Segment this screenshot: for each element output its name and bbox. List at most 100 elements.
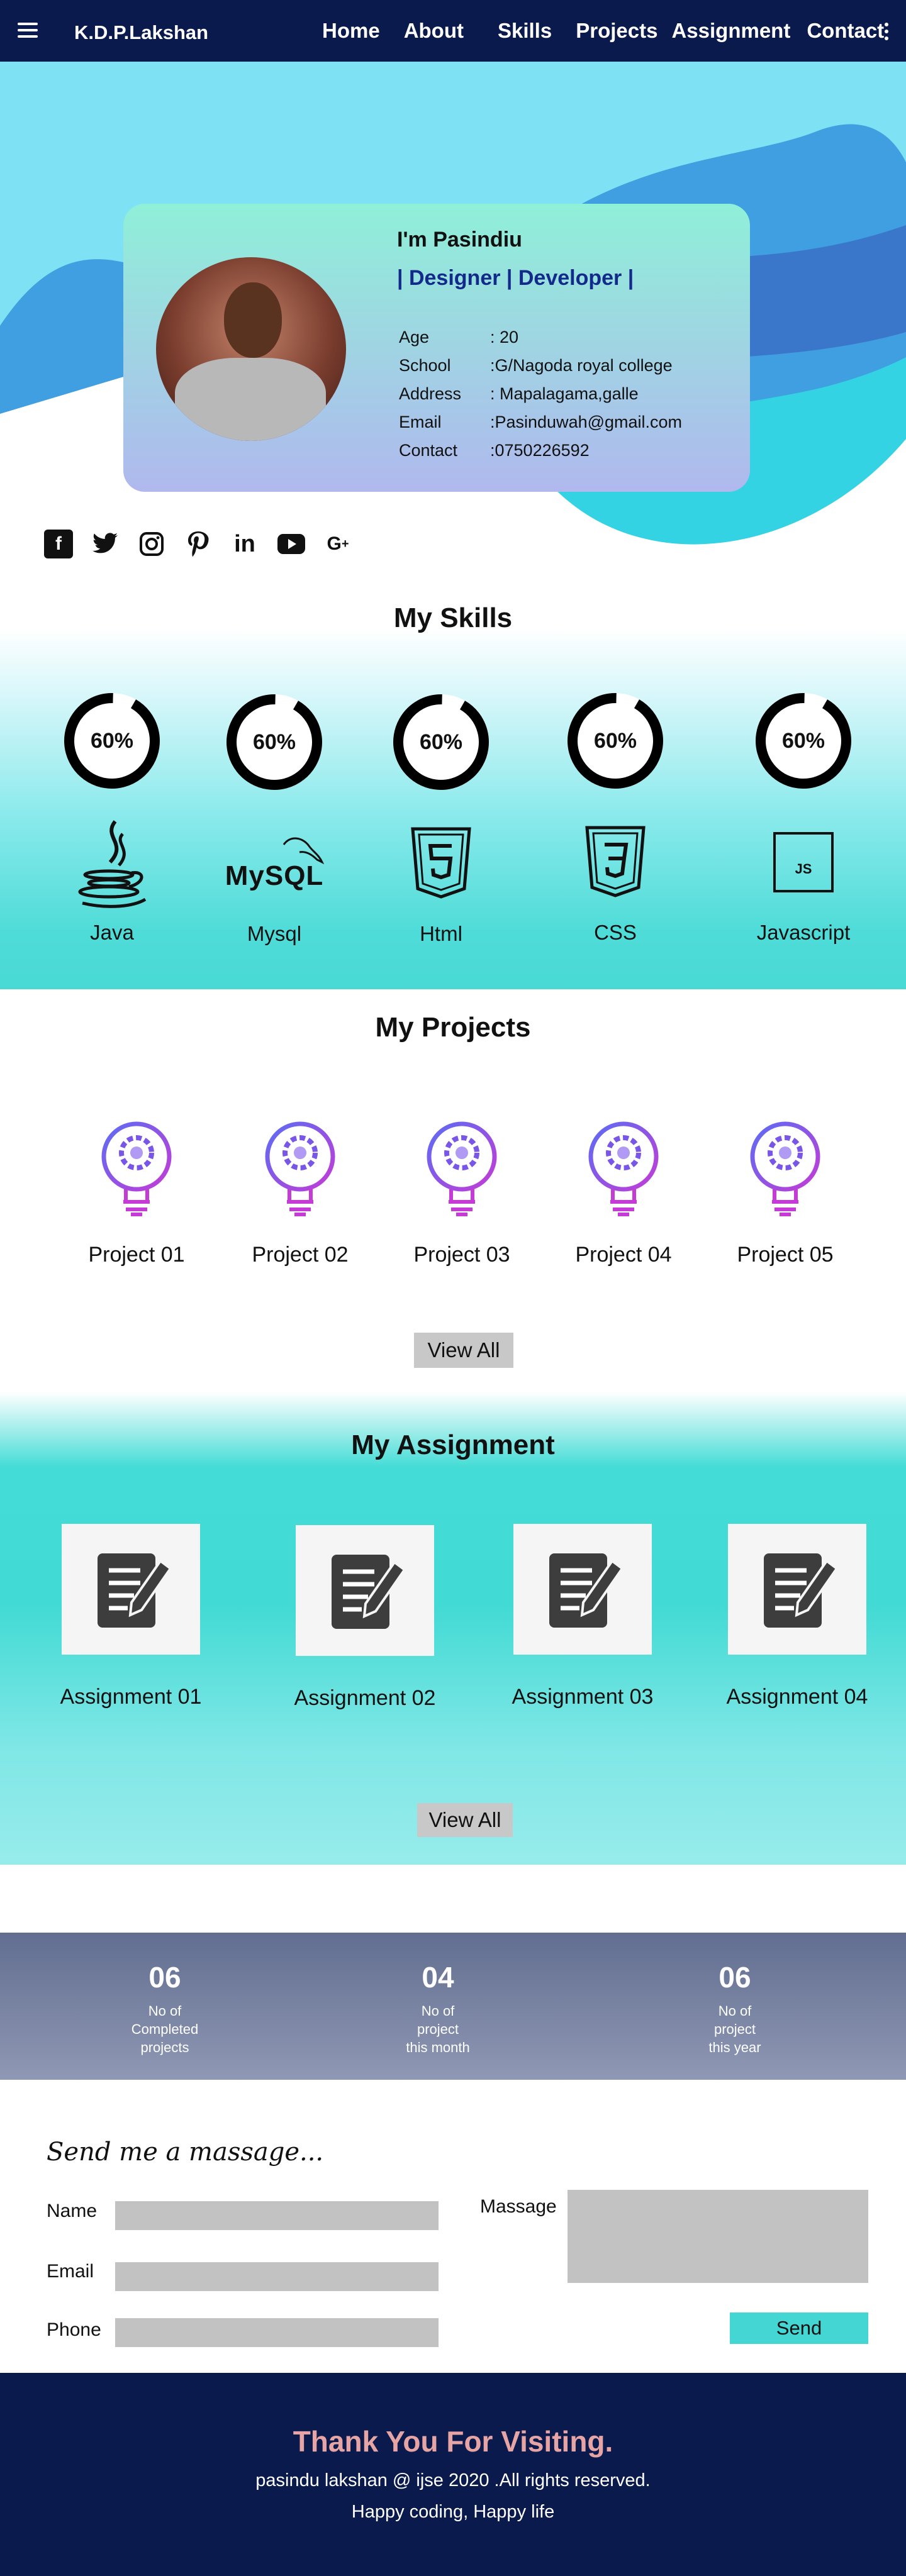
email-input[interactable] <box>115 2262 439 2291</box>
document-edit-icon <box>513 1524 652 1655</box>
nav-links: Home About Skills Projects Assignment Co… <box>322 19 884 43</box>
skill-percent: 60% <box>419 730 463 754</box>
mysql-logo-text: MySQL <box>225 860 324 891</box>
detail-value: :G/Nagoda royal college <box>490 356 673 375</box>
skill-name: Html <box>420 922 462 945</box>
stat-number: 06 <box>148 1961 181 1994</box>
profile-card: I'm Pasindiu | Designer | Developer | Ag… <box>123 204 750 492</box>
skill-progress-ring: 60% <box>224 692 325 792</box>
email-label: Email <box>47 2261 94 2282</box>
project-name: Project 04 <box>575 1243 672 1267</box>
skill-name: Javascript <box>756 921 851 944</box>
lightbulb-gear-icon <box>101 1121 172 1216</box>
skills-title: My Skills <box>393 602 513 633</box>
skill-name: CSS <box>594 921 637 944</box>
mysql-logo-icon: MySQL <box>225 816 325 911</box>
stat-label: No of project this year <box>708 2003 761 2055</box>
detail-label: Address <box>399 384 462 403</box>
facebook-icon[interactable]: f <box>44 530 73 558</box>
message-textarea[interactable] <box>568 2190 868 2283</box>
detail-row-age: Age : 20 <box>399 323 682 352</box>
detail-value: : 20 <box>490 328 519 347</box>
nav-link-projects[interactable]: Projects <box>576 19 657 43</box>
profile-role: | Designer | Developer | <box>397 266 634 290</box>
lightbulb-gear-icon <box>588 1121 659 1216</box>
lightbulb-gear-icon <box>265 1121 335 1216</box>
stat-completed-projects: 06 No of Completed projects <box>70 1960 259 2057</box>
stat-label: No of project this month <box>406 2003 470 2055</box>
pinterest-icon[interactable] <box>184 530 213 558</box>
instagram-icon[interactable] <box>137 530 166 558</box>
stat-label: No of Completed projects <box>131 2003 199 2055</box>
nav-link-about[interactable]: About <box>404 19 464 43</box>
nav-link-home[interactable]: Home <box>322 19 380 43</box>
nav-link-contact[interactable]: Contact <box>807 19 884 43</box>
skill-percent: 60% <box>90 729 134 753</box>
hero-section: I'm Pasindiu | Designer | Developer | Ag… <box>0 62 906 552</box>
phone-input[interactable] <box>115 2318 439 2347</box>
navbar: K.D.P.Lakshan Home About Skills Projects… <box>0 0 906 62</box>
document-edit-icon <box>728 1524 866 1655</box>
stat-number: 06 <box>719 1961 751 1994</box>
project-card-05[interactable]: Project 05 <box>722 1120 848 1267</box>
name-input[interactable] <box>115 2201 439 2230</box>
html5-logo-icon <box>400 816 482 911</box>
name-label: Name <box>47 2201 98 2221</box>
skill-name: Java <box>90 921 134 944</box>
detail-row-school: School :G/Nagoda royal college <box>399 352 682 380</box>
hamburger-menu-icon[interactable] <box>18 23 38 39</box>
twitter-icon[interactable] <box>91 530 120 558</box>
profile-details: Age : 20 School :G/Nagoda royal college Ad… <box>399 323 682 465</box>
skill-progress-ring: 60% <box>753 691 854 791</box>
detail-label: Contact <box>399 441 458 460</box>
skill-card-mysql: 60% MySQL Mysql <box>211 692 337 946</box>
project-card-02[interactable]: Project 02 <box>237 1120 363 1267</box>
assignments-view-all-button[interactable]: View All <box>417 1803 513 1837</box>
social-links: f in G + <box>44 530 370 558</box>
nav-link-skills[interactable]: Skills <box>498 19 552 43</box>
more-options-icon[interactable] <box>885 23 890 42</box>
send-button[interactable]: Send <box>730 2312 868 2344</box>
detail-row-contact: Contact :0750226592 <box>399 436 682 465</box>
project-card-04[interactable]: Project 04 <box>561 1120 686 1267</box>
skill-card-html: 60% Html <box>378 692 504 946</box>
projects-view-all-button[interactable]: View All <box>414 1333 513 1368</box>
assignment-card-04[interactable]: Assignment 04 <box>703 1524 892 1709</box>
lightbulb-gear-icon <box>427 1121 497 1216</box>
projects-section: My Projects Project 01 Project 02 Projec… <box>0 989 906 1392</box>
detail-value: :0750226592 <box>490 441 590 460</box>
brand-name[interactable]: K.D.P.Lakshan <box>74 21 208 44</box>
contact-title: Send me a massage... <box>47 2138 324 2167</box>
stat-projects-this-month: 04 No of project this month <box>344 1960 532 2057</box>
lightbulb-gear-icon <box>750 1121 820 1216</box>
css3-logo-icon <box>574 815 656 909</box>
detail-value: : Mapalagama,galle <box>490 384 639 403</box>
nav-link-assignment[interactable]: Assignment <box>671 19 790 43</box>
footer: Thank You For Visiting. pasindu lakshan … <box>0 2373 906 2576</box>
skills-section: My Skills 60% Java 60% MySQL Mysql 60% H… <box>0 596 906 989</box>
detail-label: Age <box>399 328 430 347</box>
stat-projects-this-year: 06 No of project this year <box>640 1960 829 2057</box>
project-name: Project 05 <box>737 1243 834 1267</box>
js-logo-text: JS <box>795 861 812 877</box>
project-name: Project 03 <box>413 1243 510 1267</box>
project-name: Project 02 <box>252 1243 349 1267</box>
linkedin-icon[interactable]: in <box>230 530 259 558</box>
youtube-icon[interactable] <box>277 530 306 558</box>
detail-label: School <box>399 356 451 375</box>
document-edit-icon <box>296 1525 434 1656</box>
project-card-03[interactable]: Project 03 <box>399 1120 525 1267</box>
assignment-card-02[interactable]: Assignment 02 <box>271 1525 459 1711</box>
google-plus-icon[interactable]: G + <box>323 530 352 558</box>
stats-section: 06 No of Completed projects 04 No of projec… <box>0 1933 906 2080</box>
assignment-card-01[interactable]: Assignment 01 <box>36 1524 225 1709</box>
skill-card-javascript: 60% JS Javascript <box>741 691 866 945</box>
project-card-01[interactable]: Project 01 <box>74 1120 199 1267</box>
assignment-card-03[interactable]: Assignment 03 <box>488 1524 677 1709</box>
detail-row-email: Email:Pasinduwah@gmail.com <box>399 408 682 436</box>
assignment-name: Assignment 02 <box>294 1686 436 1710</box>
skill-progress-ring: 60% <box>565 691 666 791</box>
skill-card-css: 60% CSS <box>552 691 678 945</box>
stat-number: 04 <box>422 1961 454 1994</box>
javascript-logo-icon: JS <box>763 815 844 909</box>
